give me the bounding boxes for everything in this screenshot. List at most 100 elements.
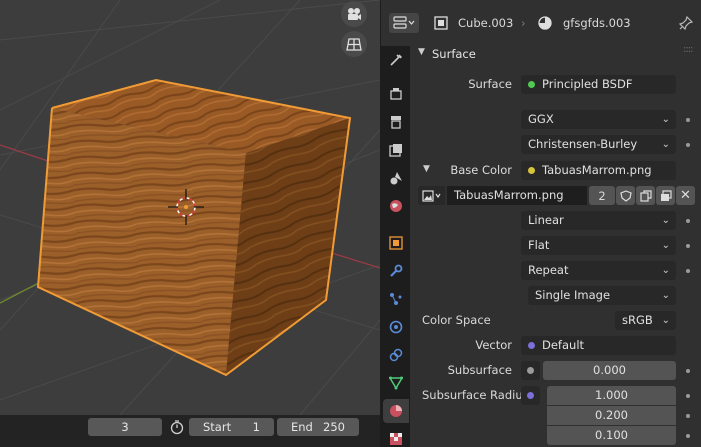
animate-property-icon[interactable] (686, 143, 690, 147)
color-socket-icon (528, 167, 535, 174)
tab-view-layer[interactable] (383, 138, 409, 162)
subsurface-radius-y[interactable]: 0.200 (547, 406, 676, 425)
tab-data[interactable] (383, 371, 409, 395)
animate-property-icon[interactable] (686, 269, 690, 273)
vector-field[interactable]: Default (521, 336, 676, 355)
editor-type-menu[interactable] (389, 13, 419, 33)
chevron-down-icon: ⌄ (661, 290, 670, 301)
animate-property-icon[interactable] (686, 369, 690, 373)
surface-panel-header[interactable]: ▼ Surface :::: (410, 42, 701, 66)
tab-material[interactable] (383, 399, 409, 423)
animate-property-icon[interactable] (686, 219, 690, 223)
tab-modifiers[interactable] (383, 259, 409, 283)
tab-render[interactable] (383, 82, 409, 106)
chevron-down-icon: ⌄ (661, 315, 670, 326)
viewport-scene[interactable] (0, 0, 380, 415)
tab-constraints[interactable] (383, 343, 409, 367)
animate-property-icon[interactable] (686, 414, 690, 418)
tab-world[interactable] (383, 194, 409, 218)
vector-label: Vector (475, 338, 512, 352)
scene-icon (390, 172, 402, 185)
tab-tool[interactable] (383, 48, 409, 72)
material-name[interactable]: gfsgfds.003 (563, 16, 631, 30)
image-browse-button[interactable] (418, 186, 445, 205)
subsurface-slider[interactable]: 0.000 (543, 361, 676, 380)
fake-user-button[interactable] (616, 186, 635, 205)
grid-view-icon[interactable] (341, 31, 367, 57)
image-users-count[interactable]: 2 (589, 186, 615, 205)
chevron-down-icon: ⌄ (661, 114, 670, 125)
subsurface-radius-socket-button[interactable] (521, 386, 540, 405)
start-frame-value: 1 (252, 420, 260, 434)
open-image-button[interactable] (656, 186, 675, 205)
tab-texture[interactable] (383, 431, 409, 447)
surface-panel: ▼ Surface :::: Surface Principled BSDF G… (410, 42, 701, 447)
end-frame-label: End (291, 420, 313, 434)
tab-particles[interactable] (383, 287, 409, 311)
extension-value: Repeat (528, 263, 569, 277)
tab-object[interactable] (383, 231, 409, 255)
stopwatch-icon[interactable] (169, 419, 185, 438)
world-icon (390, 200, 402, 212)
subsurface-socket-button[interactable] (521, 361, 540, 380)
subsurface-radius-z[interactable]: 0.100 (547, 426, 676, 445)
color-space-label: Color Space (422, 313, 491, 327)
object-icon (434, 16, 448, 30)
mesh-data-icon (389, 376, 403, 390)
start-frame-label: Start (203, 420, 232, 434)
camera-view-icon[interactable] (341, 1, 367, 27)
surface-shader-field[interactable]: Principled BSDF (521, 75, 676, 94)
unlink-image-button[interactable]: ✕ (676, 186, 695, 205)
current-frame-field[interactable]: 3 (88, 418, 162, 436)
properties-editor-icon (393, 16, 415, 29)
value-socket-icon (527, 367, 534, 374)
image-source-dropdown[interactable]: Single Image ⌄ (528, 286, 676, 305)
animate-property-icon[interactable] (686, 394, 690, 398)
tool-icon (390, 54, 402, 66)
end-frame-field[interactable]: End 250 (277, 418, 359, 436)
wrench-icon (390, 264, 403, 277)
texture-icon (390, 433, 402, 445)
object-properties-icon (389, 236, 403, 250)
output-icon (391, 116, 401, 129)
image-users-value: 2 (598, 188, 606, 203)
properties-header: Cube.003 › gfsgfds.003 (381, 0, 701, 46)
start-frame-field[interactable]: Start 1 (189, 418, 274, 436)
folder-icon (660, 189, 672, 201)
new-image-button[interactable] (636, 186, 655, 205)
end-frame-value: 250 (323, 420, 345, 434)
subsurface-radius-z-value: 0.100 (595, 428, 628, 442)
surface-label: Surface (468, 77, 512, 91)
chevron-down-icon: ⌄ (661, 240, 670, 251)
extension-dropdown[interactable]: Repeat ⌄ (521, 261, 676, 280)
3d-viewport[interactable] (0, 0, 380, 415)
animate-property-icon[interactable] (686, 118, 690, 122)
projection-dropdown[interactable]: Flat ⌄ (521, 236, 676, 255)
material-icon (538, 16, 552, 30)
particles-icon (390, 293, 402, 305)
distribution-dropdown[interactable]: GGX ⌄ (521, 110, 676, 129)
interpolation-dropdown[interactable]: Linear ⌄ (521, 211, 676, 230)
object-name[interactable]: Cube.003 (458, 16, 513, 30)
breadcrumb-separator: › (521, 16, 526, 30)
tab-output[interactable] (383, 110, 409, 134)
animate-property-icon[interactable] (686, 244, 690, 248)
collapse-arrow-icon[interactable]: ▼ (418, 47, 425, 57)
drag-handle-icon[interactable]: :::: (683, 44, 694, 55)
constraints-icon (389, 348, 403, 362)
view-layer-icon (389, 144, 402, 157)
base-color-field[interactable]: TabuasMarrom.png (521, 161, 676, 180)
image-name-field[interactable]: TabuasMarrom.png (447, 186, 587, 205)
interpolation-value: Linear (528, 213, 564, 227)
animate-property-icon[interactable] (686, 434, 690, 438)
pin-icon[interactable] (679, 16, 693, 30)
shield-icon (619, 189, 632, 202)
tab-physics[interactable] (383, 315, 409, 339)
subsurface-method-dropdown[interactable]: Christensen-Burley ⌄ (521, 135, 676, 154)
close-icon: ✕ (680, 188, 691, 203)
tab-scene[interactable] (383, 166, 409, 190)
subsurface-radius-x[interactable]: 1.000 (547, 386, 676, 405)
color-space-dropdown[interactable]: sRGB ⌄ (615, 311, 676, 330)
color-space-value: sRGB (622, 313, 653, 327)
chevron-down-icon: ⌄ (661, 139, 670, 150)
